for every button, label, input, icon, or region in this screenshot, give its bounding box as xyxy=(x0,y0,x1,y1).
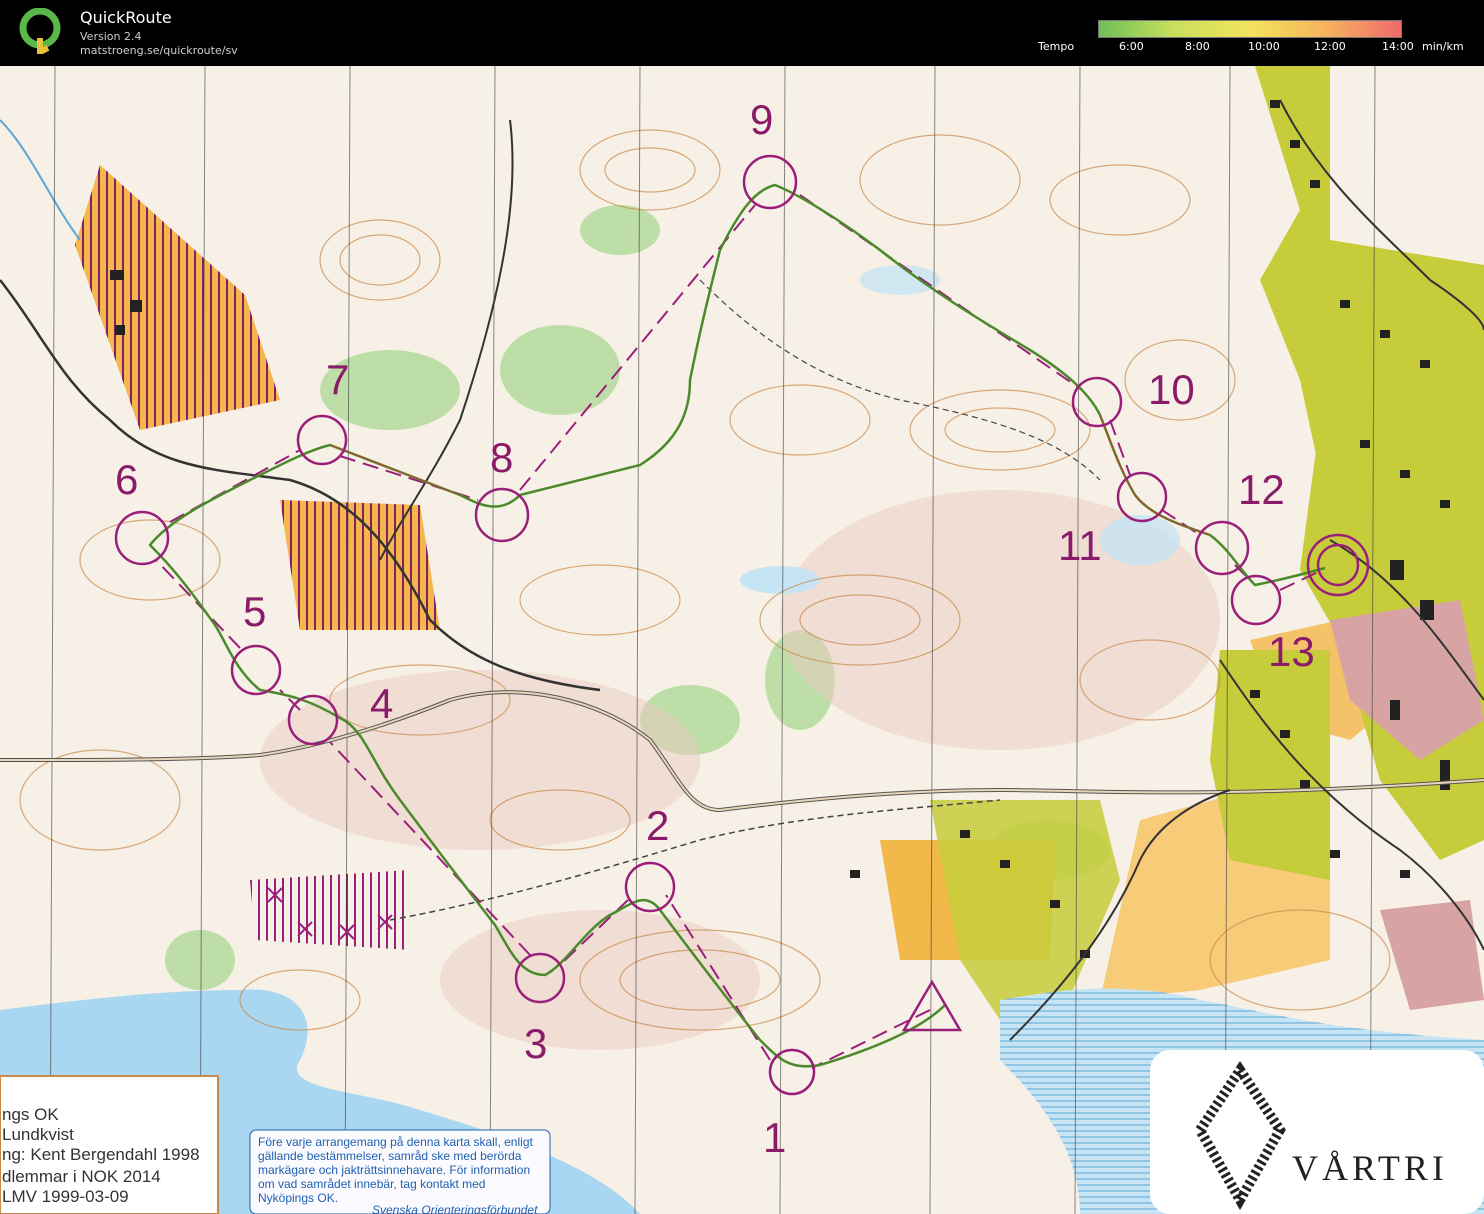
info-date: LMV 1999-03-09 xyxy=(2,1187,129,1206)
app-url: matstroeng.se/quickroute/sv xyxy=(80,44,238,57)
map-canvas[interactable]: 1 2 3 4 5 6 7 8 9 10 11 12 13 ngs OK Lun… xyxy=(0,66,1484,1214)
pace-tick: 8:00 xyxy=(1185,40,1210,53)
pace-legend-label: Tempo xyxy=(1038,40,1075,53)
control-number: 1 xyxy=(763,1114,786,1161)
control-number: 10 xyxy=(1148,366,1195,413)
control-number: 9 xyxy=(750,96,773,143)
pace-unit: min/km xyxy=(1422,40,1464,53)
info-author: ng: Kent Bergendahl 1998 xyxy=(2,1145,200,1164)
map-info-box: ngs OK Lundkvist ng: Kent Bergendahl 199… xyxy=(0,1075,219,1214)
pace-tick: 12:00 xyxy=(1314,40,1346,53)
pace-tick: 6:00 xyxy=(1119,40,1144,53)
control-number: 3 xyxy=(524,1020,547,1067)
notice-line: Nyköpings OK. xyxy=(258,1191,338,1205)
app-header: QuickRoute Version 2.4 matstroeng.se/qui… xyxy=(0,0,1484,66)
brand-text: VÅRTRI xyxy=(1292,1148,1448,1188)
control-number: 12 xyxy=(1238,466,1285,513)
notice-line: om vad samrådet innebär, tag kontakt med xyxy=(258,1177,485,1191)
control-number: 2 xyxy=(646,802,669,849)
quickroute-logo-icon xyxy=(19,8,61,54)
control-number: 6 xyxy=(115,456,138,503)
pace-legend: Tempo 6:00 8:00 10:00 12:00 14:00 min/km xyxy=(1038,16,1478,62)
orienteering-map[interactable]: 1 2 3 4 5 6 7 8 9 10 11 12 13 ngs OK Lun… xyxy=(0,66,1484,1214)
control-number: 4 xyxy=(370,680,393,727)
map-notice: Före varje arrangemang på denna karta sk… xyxy=(249,1129,551,1214)
pace-tick: 10:00 xyxy=(1248,40,1280,53)
app-title: QuickRoute xyxy=(80,8,172,27)
notice-line: Före varje arrangemang på denna karta sk… xyxy=(258,1135,533,1149)
info-name: Lundkvist xyxy=(2,1125,74,1144)
pace-tick: 14:00 xyxy=(1382,40,1414,53)
brand-panel: VÅRTRI xyxy=(1150,1050,1484,1214)
app-version: Version 2.4 xyxy=(80,30,142,43)
notice-line: Svenska Orienteringsförbundet xyxy=(372,1203,538,1214)
control-number: 8 xyxy=(490,434,513,481)
control-number: 13 xyxy=(1268,628,1315,675)
control-number: 7 xyxy=(326,356,349,403)
notice-line: markägare och jakträttsinnehavare. För i… xyxy=(258,1163,530,1177)
pace-color-scale xyxy=(1098,20,1402,38)
info-members: dlemmar i NOK 2014 xyxy=(2,1167,161,1186)
control-number: 5 xyxy=(243,588,266,635)
control-number: 11 xyxy=(1058,522,1102,569)
notice-line: gällande bestämmelser, samråd ske med be… xyxy=(258,1149,522,1163)
info-club: ngs OK xyxy=(2,1105,59,1124)
